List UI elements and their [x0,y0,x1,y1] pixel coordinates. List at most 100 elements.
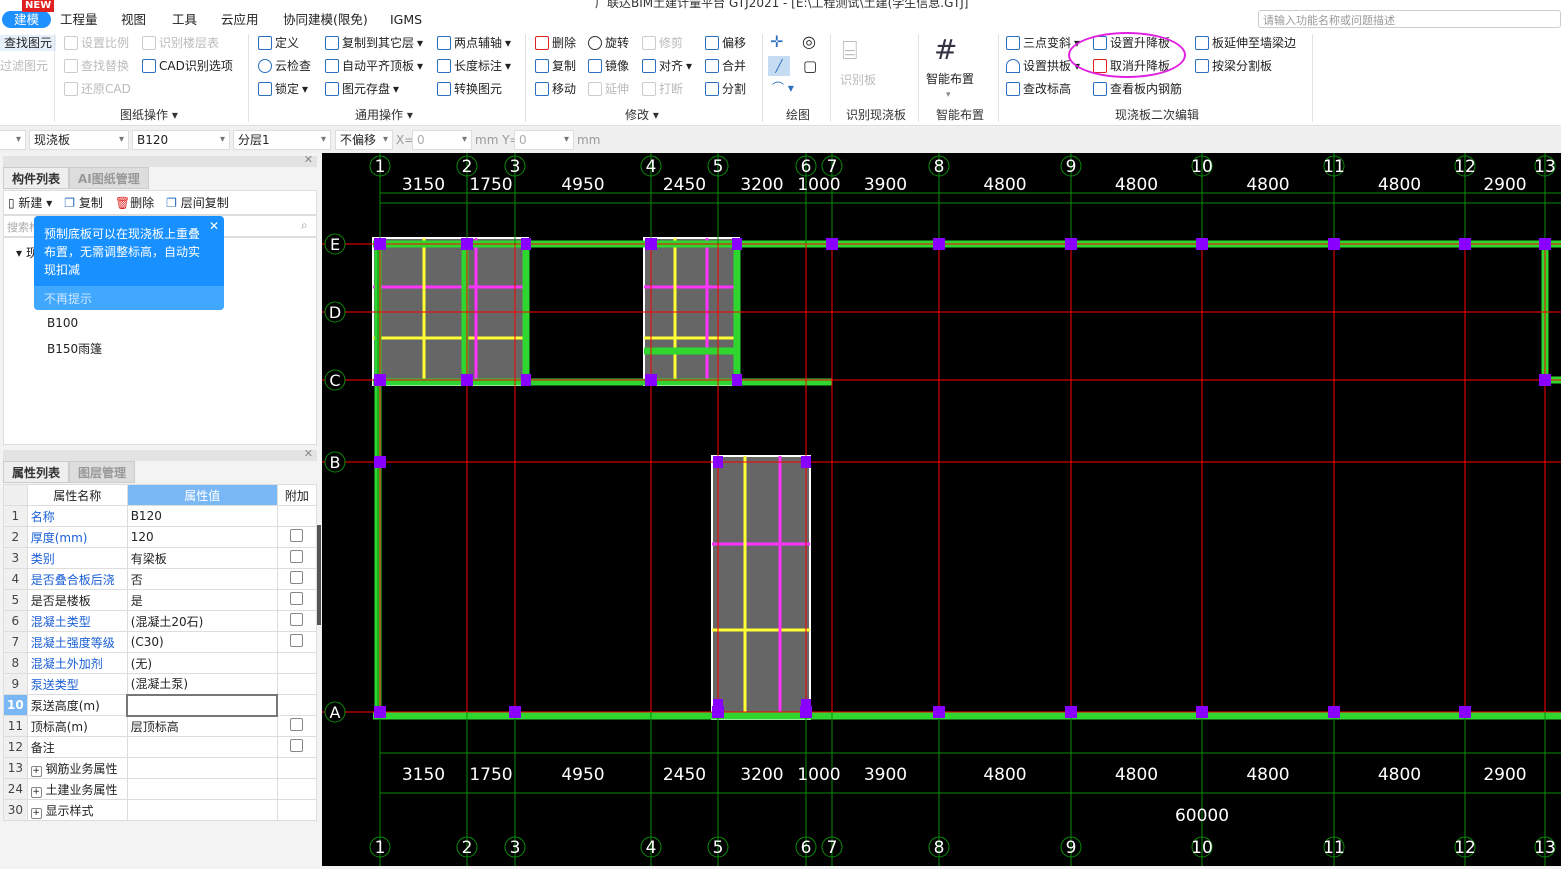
rotate-button[interactable]: 旋转 [588,35,629,51]
close-icon[interactable]: ✕ [304,153,313,166]
table-row[interactable]: 4 是否叠合板后浇 否 [3,568,318,590]
category-select[interactable] [0,130,26,150]
table-row[interactable]: 24 + 土建业务属性 [3,778,318,800]
property-value[interactable]: (混凝土20石) [126,610,278,632]
view-slab-rebar-button[interactable]: 查看板内钢筋 [1093,81,1182,97]
table-row[interactable]: 2 厚度(mm) 120 [3,526,318,548]
point-draw-icon[interactable]: ✛ [770,34,783,50]
floor-copy-button[interactable]: ❐ 层间复制 [166,194,229,211]
checkbox[interactable] [290,571,304,584]
new-button[interactable]: ▯ 新建 ▾ [8,194,52,211]
find-element-button[interactable]: 查找图元 [0,35,57,51]
cad-canvas[interactable]: 1 1 2 2 3 3 4 4 5 5 6 6 7 7 8 8 9 9 10 10 11 11 12 12 13 13 E D C B A 3… [322,153,1561,866]
checkbox[interactable] [290,550,304,563]
property-value[interactable] [126,693,279,717]
auto-align-top-button[interactable]: 自动平齐顶板 ▾ [325,58,423,74]
search-icon[interactable]: ⌕ [301,218,308,233]
menu-igms[interactable]: IGMS [390,11,422,28]
menu-tools[interactable]: 工具 [172,11,197,28]
split-button[interactable]: 分割 [705,81,746,97]
property-value[interactable]: (混凝土泵) [126,673,278,695]
table-row[interactable]: 13 + 钢筋业务属性 [3,757,318,779]
offset-button[interactable]: 偏移 [705,35,746,51]
lock-button[interactable]: 锁定 ▾ [258,81,308,97]
length-dimension-button[interactable]: 长度标注 ▾ [437,58,511,74]
function-search-input[interactable]: 请输入功能名称或问题描述 [1258,10,1561,28]
close-icon[interactable]: ✕ [209,217,219,235]
move-button[interactable]: 移动 [535,81,576,97]
tab-layer-management[interactable]: 图层管理 [69,461,136,483]
checkbox[interactable] [290,634,304,647]
property-value[interactable] [126,757,278,779]
mirror-button[interactable]: 镜像 [588,58,629,74]
break-button[interactable]: 打断 [642,81,683,97]
checkbox[interactable] [290,529,304,542]
menu-cloud[interactable]: 云应用 [221,11,259,28]
element-save-button[interactable]: 图元存盘 ▾ [325,81,399,97]
restore-cad-button[interactable]: 还原CAD [64,81,131,97]
property-value[interactable]: B120 [126,505,278,527]
table-row[interactable]: 7 混凝土强度等级 (C30) [3,631,318,653]
filter-element-button[interactable]: 过滤图元 [0,58,48,74]
define-button[interactable]: 定义 [258,35,299,51]
group-modify[interactable]: 修改 ▾ [625,106,659,123]
property-value[interactable]: 有梁板 [126,547,278,569]
circle-draw-icon[interactable]: ◎ [802,34,816,50]
property-value[interactable]: (C30) [126,631,278,653]
expand-icon[interactable]: + [30,807,42,819]
property-value[interactable]: 层顶标高 [126,715,278,737]
checkbox[interactable] [290,592,304,605]
cad-drawing[interactable]: 1122334455667788991010111112121313EDCBA3… [322,153,1561,866]
table-row[interactable]: 30 + 显示样式 [3,799,318,821]
expand-icon[interactable]: + [30,765,42,777]
table-row[interactable]: 6 混凝土类型 (混凝土20石) [3,610,318,632]
identify-floor-table-button[interactable]: 识别楼层表 [142,35,219,51]
property-value[interactable] [126,778,278,800]
table-row[interactable]: 9 泵送类型 (混凝土泵) [3,673,318,695]
checkbox[interactable] [290,739,304,752]
property-value[interactable]: 否 [126,568,278,590]
find-replace-button[interactable]: 查找替换 [64,58,129,74]
property-value[interactable]: (无) [126,652,278,674]
property-value[interactable] [126,799,278,821]
copy-button[interactable]: 复制 [535,58,576,74]
table-row[interactable]: 1 名称 B120 [3,505,318,527]
table-row[interactable]: 8 混凝土外加剂 (无) [3,652,318,674]
copy-to-layer-button[interactable]: 复制到其它层 ▾ [325,35,423,51]
table-row[interactable]: 12 备注 [3,736,318,758]
checkbox[interactable] [290,718,304,731]
trim-button[interactable]: 修剪 [642,35,683,51]
delete-button[interactable]: 删除 [535,35,576,51]
align-button[interactable]: 对齐 ▾ [642,58,692,74]
extend-slab-button[interactable]: 板延伸至墙梁边 [1195,35,1296,51]
layer-select[interactable]: 分层1 [233,130,331,150]
smart-layout-dropdown-icon[interactable]: ▾ [946,87,951,103]
cloud-check-button[interactable]: 云检查 [258,58,311,74]
two-point-axis-button[interactable]: 两点辅轴 ▾ [437,35,511,51]
copy-button[interactable]: ❐ 复制 [64,194,103,211]
line-draw-icon[interactable]: ╱ [768,56,790,76]
menu-modeling[interactable]: 建模 [2,11,52,28]
property-value[interactable]: 是 [126,589,278,611]
delete-button[interactable]: 🗑删除 [115,194,154,211]
cad-options-button[interactable]: CAD识别选项 [142,58,233,74]
menu-view[interactable]: 视图 [121,11,146,28]
y-input[interactable]: 0 [514,130,574,150]
menu-collab[interactable]: 协同建模(限免) [283,11,368,28]
expand-icon[interactable]: + [30,786,42,798]
split-by-beam-button[interactable]: 按梁分割板 [1195,58,1272,74]
arc-draw-icon[interactable]: ⌒ ▾ [772,80,794,96]
rect-draw-icon[interactable]: ▢ [803,58,817,74]
component-select[interactable]: B120 [132,130,230,150]
close-icon[interactable]: ✕ [304,447,313,460]
table-row[interactable]: 10 泵送高度(m) [3,693,318,717]
table-row[interactable]: 3 类别 有梁板 [3,547,318,569]
group-drawing-ops[interactable]: 图纸操作 ▾ [120,106,178,123]
checkbox[interactable] [290,613,304,626]
menu-quantity[interactable]: 工程量 [60,11,98,28]
offset-select[interactable]: 不偏移 [335,130,393,150]
x-input[interactable]: 0 [412,130,472,150]
identify-slab-button[interactable]: 识别板 [840,72,876,88]
extend-button[interactable]: 延伸 [588,81,629,97]
list-item[interactable]: B150雨篷 [47,340,102,357]
